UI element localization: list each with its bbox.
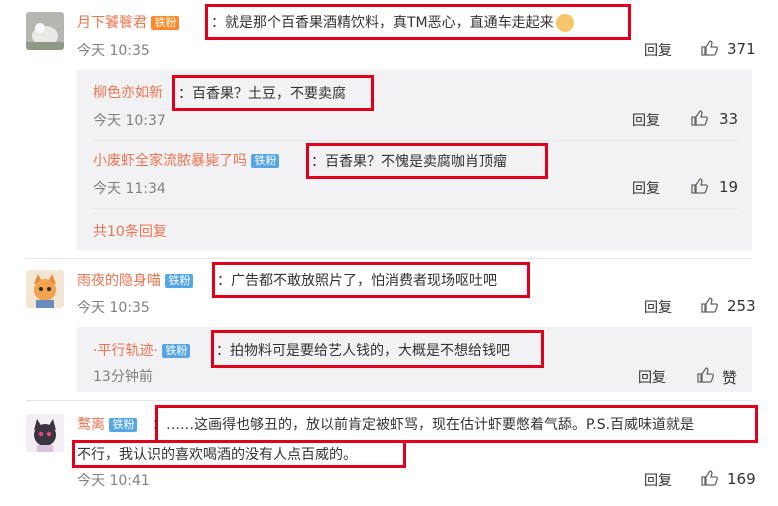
thumbs-up-icon [691,178,708,194]
comment-time: 今天 10:35 [77,300,150,316]
reply-button[interactable]: 回复 [632,110,660,130]
thumbs-up-icon [697,367,714,383]
reply-author[interactable]: ·平行轨迹· 铁粉 [93,340,191,360]
view-more-replies-link[interactable]: 共10条回复 [93,221,167,241]
avatar[interactable] [26,12,64,50]
like-count: 253 [727,297,756,315]
comment-time: 今天 10:35 [77,43,150,59]
like-button[interactable] [696,366,714,388]
avatar[interactable] [26,270,64,308]
reply-button[interactable]: 回复 [644,470,672,490]
comment-text: ：就是那个百香果酒精饮料，真TM恶心，直通车走起来 [211,12,574,32]
like-button[interactable] [700,296,718,318]
like-button[interactable] [690,109,708,131]
reply-button[interactable]: 回复 [644,297,672,317]
fan-badge[interactable]: 铁粉 [151,16,180,30]
reply-text: ：百香果？不愧是卖腐咖肖顶瘤 [311,154,507,170]
thumb-emoji-icon [555,14,574,32]
author-name[interactable]: ·平行轨迹· [93,343,158,359]
like-count: 371 [727,40,756,58]
author-name[interactable]: 月下饕餮君 [77,15,147,31]
like-count: 169 [727,470,756,488]
author-name[interactable]: 小废虾全家流脓暴毙了吗 [93,153,247,169]
reply-author[interactable]: 小废虾全家流脓暴毙了吗 铁粉 [93,150,280,170]
author-name[interactable]: 鹜离 [77,417,105,433]
reply-author[interactable]: 柳色亦如新 [93,82,163,102]
reply-time: 今天 10:37 [93,113,166,129]
divider [26,400,752,401]
author-name[interactable]: 雨夜的隐身喵 [77,273,161,289]
reply-button[interactable]: 回复 [644,40,672,60]
reply-text: ：拍物料可是要给艺人钱的，大概是不想给钱吧 [216,343,510,359]
comment-text-line-2: 不行，我认识的喜欢喝酒的没有人点百威的。 [77,447,357,463]
reply-time: 今天 11:34 [93,181,166,197]
divider [93,140,738,141]
reply-button[interactable]: 回复 [638,367,666,387]
comment-time: 今天 10:41 [77,473,150,489]
like-button[interactable] [690,177,708,199]
divider [93,208,738,209]
avatar[interactable] [26,414,64,452]
reply-text: ：百香果？土豆，不要卖腐 [178,86,346,102]
like-button[interactable] [700,39,718,61]
comment-text-line-1: ：……这画得也够丑的，放以前肯定被虾骂，现在估计虾要憋着气舔。P.S.百威味道就… [152,417,695,433]
reply-button[interactable]: 回复 [632,178,660,198]
thumbs-up-icon [701,297,718,313]
comment-author[interactable]: 鹜离 铁粉 [77,414,138,434]
divider [26,258,752,259]
like-label: 赞 [722,369,738,387]
comment-author[interactable]: 月下饕餮君 铁粉 [77,12,180,32]
reply-time: 13分钟前 [93,369,153,385]
fan-badge[interactable]: 铁粉 [162,344,191,358]
thumbs-up-icon [701,40,718,56]
like-count: 33 [719,110,739,128]
comment-text: ：广告都不敢放照片了，怕消费者现场呕吐吧 [217,273,497,289]
like-button[interactable] [700,469,718,491]
fan-badge[interactable]: 铁粉 [251,154,280,168]
thumbs-up-icon [701,470,718,486]
fan-badge[interactable]: 铁粉 [165,274,194,288]
fan-badge[interactable]: 铁粉 [109,418,138,432]
comment-author[interactable]: 雨夜的隐身喵 铁粉 [77,270,194,290]
like-count: 19 [719,178,739,196]
thumbs-up-icon [691,110,708,126]
